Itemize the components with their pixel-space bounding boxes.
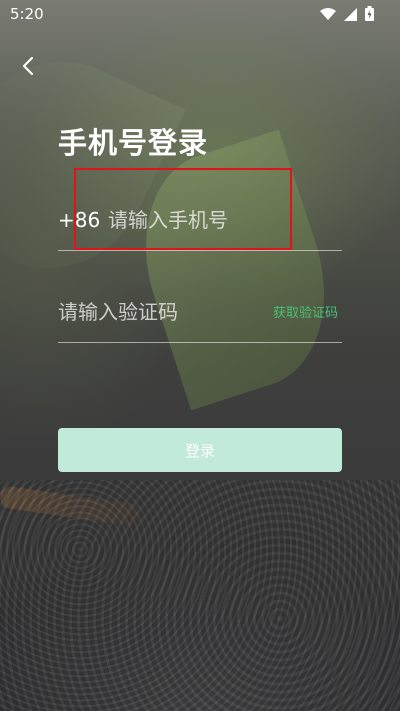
verification-code-input[interactable] bbox=[58, 294, 258, 330]
phone-input[interactable] bbox=[108, 204, 338, 236]
background-gravel bbox=[0, 480, 400, 711]
verification-code-field: 获取验证码 bbox=[58, 290, 342, 343]
phone-field: +86 bbox=[58, 200, 342, 251]
wifi-icon bbox=[320, 6, 336, 25]
status-time: 5:20 bbox=[10, 5, 44, 23]
chevron-left-icon bbox=[21, 56, 35, 80]
battery-icon bbox=[365, 6, 374, 25]
login-button[interactable]: 登录 bbox=[58, 428, 342, 472]
back-button[interactable] bbox=[14, 54, 42, 82]
page-title: 手机号登录 bbox=[58, 126, 209, 160]
country-code[interactable]: +86 bbox=[58, 208, 100, 232]
signal-icon bbox=[344, 6, 357, 25]
status-icons bbox=[320, 6, 374, 25]
status-bar: 5:20 bbox=[0, 0, 400, 28]
get-code-button[interactable]: 获取验证码 bbox=[273, 302, 338, 321]
login-screen: 5:20 手机号登录 +86 请输入手机号 请输入验证码 获取验证码 登录 bbox=[0, 0, 400, 711]
